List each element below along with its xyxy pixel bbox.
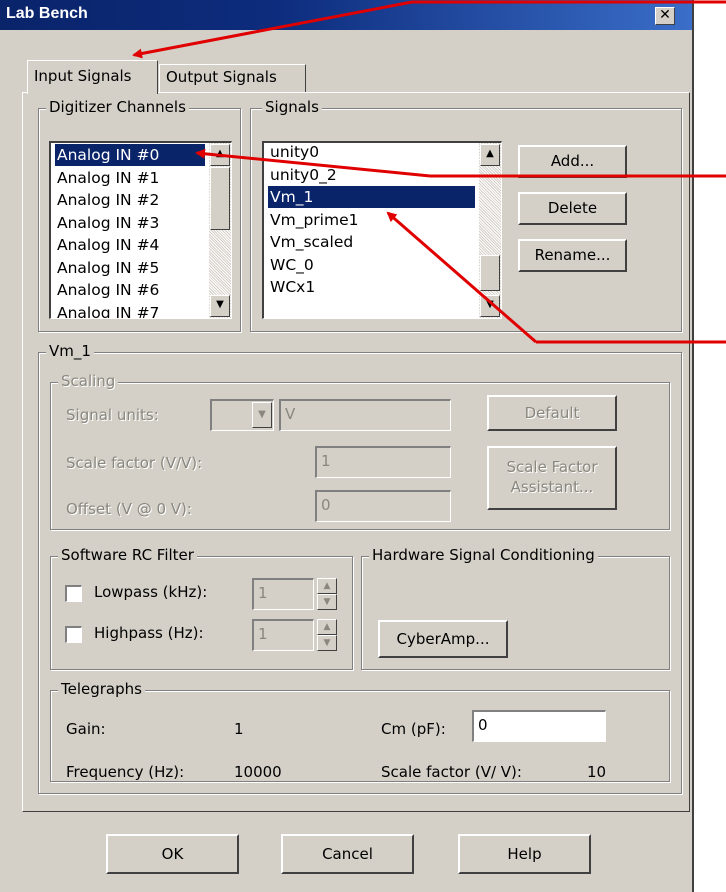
highpass-label: Highpass (Hz): <box>94 624 204 642</box>
digitizer-channel-item[interactable]: Analog IN #0 <box>55 144 205 166</box>
signal-units-field[interactable]: V <box>279 399 451 431</box>
assistant-label-line1: Scale Factor <box>506 458 598 476</box>
window-title: Lab Bench <box>6 5 88 22</box>
digitizer-scroll-up-button[interactable]: ▲ <box>210 144 230 166</box>
gain-value: 1 <box>234 720 244 738</box>
help-label: Help <box>507 845 542 863</box>
lowpass-spin-up[interactable]: ▲ <box>317 578 337 594</box>
signal-item[interactable]: WC_0 <box>268 254 475 276</box>
tab-input-signals-label: Input Signals <box>34 67 132 85</box>
scaling-legend: Scaling <box>58 372 119 390</box>
signal-units-label: Signal units: <box>66 406 159 424</box>
lab-bench-dialog: Lab Bench ✕ Input Signals Output Signals… <box>0 0 694 892</box>
cm-field[interactable]: 0 <box>472 710 606 742</box>
signal-item[interactable]: unity0_2 <box>268 164 475 186</box>
signal-item[interactable]: Vm_prime1 <box>268 209 475 231</box>
signal-item[interactable]: Vm_scaled <box>268 231 475 253</box>
ok-label: OK <box>161 845 184 863</box>
signal-item[interactable]: Vm_1 <box>268 186 475 208</box>
tab-output-signals[interactable]: Output Signals <box>159 64 306 92</box>
rename-signal-label: Rename... <box>534 246 611 264</box>
cyberamp-button[interactable]: CyberAmp... <box>378 620 508 658</box>
lowpass-checkbox[interactable] <box>65 585 82 602</box>
highpass-checkbox[interactable] <box>65 626 82 643</box>
digitizer-channel-item[interactable]: Analog IN #2 <box>55 189 205 211</box>
help-button[interactable]: Help <box>458 834 591 874</box>
offset-label: Offset (V @ 0 V): <box>66 500 192 518</box>
signals-scroll-up-button[interactable]: ▲ <box>480 144 500 166</box>
hardware-signal-conditioning-legend: Hardware Signal Conditioning <box>369 546 598 564</box>
title-bar[interactable]: Lab Bench ✕ <box>0 0 692 30</box>
default-button[interactable]: Default <box>487 395 617 431</box>
signal-item[interactable]: WCx1 <box>268 276 475 298</box>
software-rc-filter-legend: Software RC Filter <box>58 546 197 564</box>
signals-scroll-down-button[interactable]: ▼ <box>480 295 500 317</box>
signals-scrollbar[interactable] <box>479 143 501 318</box>
lowpass-spin-down[interactable]: ▼ <box>317 594 337 610</box>
add-signal-button[interactable]: Add... <box>518 145 627 178</box>
digitizer-channel-item[interactable]: Analog IN #6 <box>55 279 205 301</box>
tab-input-signals[interactable]: Input Signals <box>27 60 158 94</box>
rename-signal-button[interactable]: Rename... <box>518 239 627 272</box>
scale-factor-field[interactable]: 1 <box>315 446 451 478</box>
digitizer-scroll-down-button[interactable]: ▼ <box>210 295 230 317</box>
highpass-spin-up[interactable]: ▲ <box>317 619 337 635</box>
chevron-down-icon[interactable]: ▼ <box>252 402 272 428</box>
signals-scroll-thumb[interactable] <box>480 255 500 291</box>
digitizer-channel-item[interactable]: Analog IN #4 <box>55 234 205 256</box>
delete-signal-label: Delete <box>547 199 598 217</box>
delete-signal-button[interactable]: Delete <box>518 192 627 225</box>
digitizer-channels-legend: Digitizer Channels <box>46 98 189 116</box>
add-signal-label: Add... <box>550 152 595 170</box>
digitizer-scroll-thumb[interactable] <box>210 167 230 230</box>
offset-field[interactable]: 0 <box>315 490 451 522</box>
cancel-button[interactable]: Cancel <box>281 834 414 874</box>
highpass-field[interactable]: 1 <box>252 619 314 651</box>
frequency-value: 10000 <box>234 763 282 781</box>
signals-list[interactable]: WCx1 WC_0 Vm_scaled Vm_prime1 Vm_1 unity0_2 un… <box>262 141 502 319</box>
tab-output-signals-label: Output Signals <box>166 68 277 86</box>
digitizer-channel-item[interactable]: Analog IN #1 <box>55 167 205 189</box>
telegraph-scale-factor-label: Scale factor (V/ V): <box>381 763 522 781</box>
assistant-label-line2: Assistant... <box>510 478 594 496</box>
cyberamp-label: CyberAmp... <box>396 630 490 648</box>
signal-properties-legend: Vm_1 <box>46 342 94 360</box>
digitizer-channel-item[interactable]: Analog IN #7 <box>55 302 205 319</box>
digitizer-channels-list[interactable]: Analog IN #7 Analog IN #6 Analog IN #5 Anal… <box>49 141 232 319</box>
signals-legend: Signals <box>262 98 322 116</box>
digitizer-channel-item[interactable]: Analog IN #3 <box>55 212 205 234</box>
telegraphs-legend: Telegraphs <box>58 680 145 698</box>
ok-button[interactable]: OK <box>106 834 239 874</box>
close-button[interactable]: ✕ <box>655 7 675 25</box>
cancel-label: Cancel <box>322 845 373 863</box>
digitizer-channel-item[interactable]: Analog IN #5 <box>55 257 205 279</box>
scale-factor-assistant-button[interactable]: Scale Factor Assistant... <box>487 446 617 510</box>
scale-factor-label: Scale factor (V/V): <box>66 454 203 472</box>
software-rc-filter-group <box>50 556 353 670</box>
frequency-label: Frequency (Hz): <box>66 763 185 781</box>
lowpass-label: Lowpass (kHz): <box>94 583 208 601</box>
telegraph-scale-factor-value: 10 <box>587 763 607 781</box>
default-label: Default <box>524 404 580 422</box>
lowpass-field[interactable]: 1 <box>252 578 314 610</box>
close-icon: ✕ <box>659 7 671 23</box>
gain-label: Gain: <box>66 720 106 738</box>
signal-item[interactable]: unity0 <box>268 143 475 163</box>
signal-units-select[interactable]: ▼ <box>210 399 274 431</box>
highpass-spin-down[interactable]: ▼ <box>317 635 337 651</box>
cm-label: Cm (pF): <box>381 720 446 738</box>
